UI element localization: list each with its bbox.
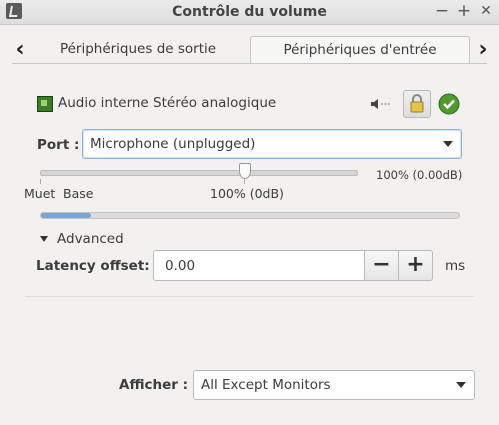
volume-readout: 100% (0.00dB): [376, 168, 463, 182]
chevron-left-icon[interactable]: ‹: [10, 38, 30, 62]
lock-icon: [410, 94, 424, 113]
speaker-icon[interactable]: [370, 96, 390, 112]
latency-increment-button[interactable]: +: [398, 250, 433, 281]
mark-label-mute: Muet: [24, 186, 56, 201]
volume-slider[interactable]: [40, 170, 358, 176]
chevron-down-icon: [456, 382, 466, 388]
port-value: Microphone (unplugged): [90, 136, 256, 152]
title-bar: Contrôle du volume − + ✕: [0, 0, 499, 25]
volume-slider-handle[interactable]: [239, 163, 251, 179]
minimize-button[interactable]: −: [434, 2, 450, 20]
latency-label: Latency offset:: [36, 258, 150, 274]
tabs-divider: [12, 63, 487, 64]
peak-level-meter: [40, 212, 460, 219]
sound-card-icon: [37, 96, 53, 112]
port-select[interactable]: Microphone (unplugged): [82, 129, 462, 159]
latency-decrement-button[interactable]: −: [364, 250, 399, 281]
peak-level-fill: [41, 213, 92, 218]
window-title: Contrôle du volume: [172, 4, 327, 20]
close-button[interactable]: ✕: [478, 2, 494, 20]
expander-arrow-icon[interactable]: [40, 236, 48, 242]
port-label: Port :: [37, 137, 80, 153]
tick-mark: [40, 179, 41, 184]
chevron-down-icon: [443, 141, 453, 147]
advanced-expander[interactable]: Advanced: [57, 231, 124, 247]
separator: [25, 296, 474, 297]
device-name: Audio interne Stéréo analogique: [58, 95, 277, 111]
mark-label-100: 100% (0dB): [210, 186, 284, 201]
lock-channels-button[interactable]: [403, 90, 431, 118]
latency-input[interactable]: 0.00: [153, 250, 365, 281]
mark-label-base: Base: [63, 186, 94, 201]
show-filter-value: All Except Monitors: [201, 377, 331, 393]
chevron-right-icon[interactable]: ›: [473, 38, 493, 62]
maximize-button[interactable]: +: [456, 2, 472, 20]
check-icon: [438, 93, 460, 115]
show-filter-select[interactable]: All Except Monitors: [193, 370, 475, 400]
latency-value: 0.00: [165, 258, 196, 274]
tab-input-devices[interactable]: Périphériques d'entrée: [250, 36, 470, 64]
set-fallback-button[interactable]: [437, 92, 461, 116]
latency-unit: ms: [445, 258, 466, 274]
show-label: Afficher :: [119, 377, 189, 393]
tick-mark: [244, 179, 245, 184]
tab-output-devices[interactable]: Périphériques de sortie: [44, 36, 232, 63]
